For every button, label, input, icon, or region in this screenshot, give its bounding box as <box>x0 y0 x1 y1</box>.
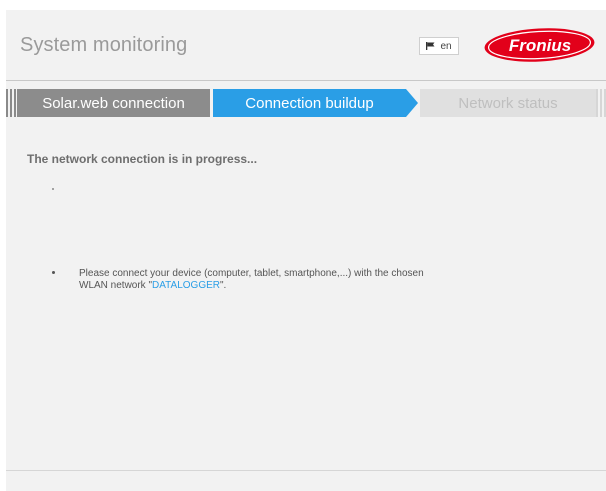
instruction-line-1: Please connect your device (computer, ta… <box>79 268 424 279</box>
instruction-list-item: Please connect your device (computer, ta… <box>47 268 547 292</box>
step-connection-buildup[interactable]: Connection buildup <box>213 89 406 117</box>
step-label: Connection buildup <box>245 94 374 112</box>
app-frame: System monitoring en Fronius Solar.web c… <box>6 10 606 491</box>
step-label: Solar.web connection <box>42 94 185 112</box>
instruction-line-2-suffix: ". <box>220 280 227 291</box>
step-network-status[interactable]: Network status <box>420 89 596 117</box>
header: System monitoring en Fronius <box>6 10 606 81</box>
page-title: System monitoring <box>20 34 188 56</box>
fronius-logo: Fronius <box>484 28 595 62</box>
logo-text: Fronius <box>509 36 571 55</box>
language-button[interactable]: en <box>419 37 459 55</box>
steps-bar: Solar.web connection Connection buildup … <box>6 89 606 117</box>
bullet-icon <box>52 271 55 274</box>
steps-left-edge <box>6 89 17 117</box>
instruction-line-2-prefix: WLAN network " <box>79 280 153 291</box>
steps-right-edge <box>596 89 606 117</box>
flag-icon <box>426 42 435 50</box>
language-label: en <box>440 40 452 52</box>
step-label: Network status <box>458 94 558 112</box>
connection-status-text: The network connection is in progress... <box>27 152 258 166</box>
network-name: DATALOGGER <box>152 280 220 291</box>
step-solarweb-connection[interactable]: Solar.web connection <box>17 89 210 117</box>
footer <box>6 470 606 491</box>
progress-indicator <box>52 188 54 190</box>
active-step-arrow <box>406 89 418 117</box>
instruction-text: Please connect your device (computer, ta… <box>79 268 547 292</box>
